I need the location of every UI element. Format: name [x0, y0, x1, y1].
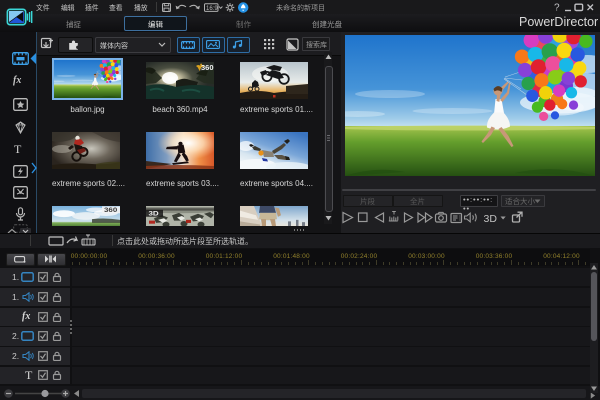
svg-text:360: 360 [104, 207, 117, 214]
svg-text:16:9: 16:9 [206, 6, 218, 12]
svg-text:360: 360 [201, 63, 214, 72]
svg-text:3D: 3D [149, 210, 159, 217]
svg-text:3D: 3D [484, 213, 498, 225]
svg-text:?: ? [554, 3, 560, 14]
